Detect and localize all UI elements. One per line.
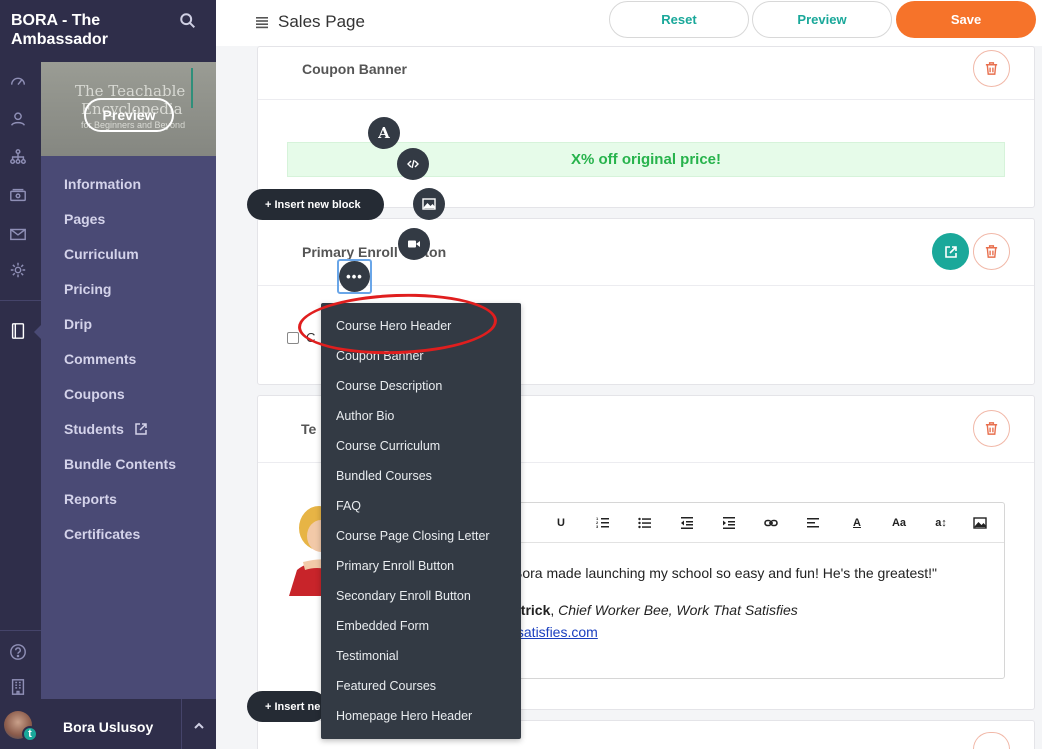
preview-button[interactable]: Preview: [752, 1, 892, 38]
image-icon[interactable]: [972, 515, 988, 531]
card-divider: [258, 99, 1034, 100]
save-button[interactable]: Save: [896, 1, 1036, 38]
users-icon[interactable]: [7, 108, 29, 130]
editor-toolbar: U 123 A Aa a↕: [492, 503, 1004, 543]
user-divider: [181, 699, 182, 749]
coupon-banner-text[interactable]: X% off original price!: [287, 142, 1005, 177]
text-icon: A: [378, 124, 390, 142]
testimonial-quote[interactable]: Bora made launching my school so easy an…: [513, 565, 937, 581]
text-color-label: A: [853, 517, 861, 529]
thumbnail-graphic: [191, 68, 216, 108]
sidebar-item-bundle-contents[interactable]: Bundle Contents: [64, 456, 176, 472]
font-size-button[interactable]: Aa: [891, 515, 907, 531]
dropdown-item[interactable]: Author Bio: [336, 409, 394, 423]
dropdown-item[interactable]: Embedded Form: [336, 619, 429, 633]
ordered-list-icon[interactable]: 123: [595, 515, 611, 531]
mail-icon[interactable]: [7, 223, 29, 245]
icon-rail: [0, 0, 41, 749]
user-name[interactable]: Bora Uslusoy: [63, 719, 153, 735]
bullet-list-icon[interactable]: [637, 515, 653, 531]
block-title: Te: [301, 421, 317, 437]
svg-text:3: 3: [596, 524, 599, 529]
align-left-icon[interactable]: [805, 515, 821, 531]
dropdown-item[interactable]: Testimonial: [336, 649, 399, 663]
page-list-icon[interactable]: [255, 15, 269, 29]
sidebar-item-coupons[interactable]: Coupons: [64, 386, 125, 402]
testimonial-attribution[interactable]: atrick, Chief Worker Bee, Work That Sati…: [513, 602, 798, 618]
dropdown-item[interactable]: Secondary Enroll Button: [336, 589, 471, 603]
image-icon: [422, 198, 436, 210]
link-icon[interactable]: [763, 515, 779, 531]
course-sidebar: [41, 62, 216, 699]
trash-icon: [985, 62, 998, 75]
dropdown-item[interactable]: Homepage Hero Header: [336, 709, 472, 723]
add-text-button[interactable]: A: [368, 117, 400, 149]
testimonial-link[interactable]: tsatisfies.com: [513, 624, 598, 640]
add-image-button[interactable]: [413, 188, 445, 220]
open-link-button[interactable]: [932, 233, 969, 270]
sidebar-item-drip[interactable]: Drip: [64, 316, 92, 332]
rich-text-editor[interactable]: U 123 A Aa a↕: [491, 502, 1005, 679]
dropdown-item[interactable]: Featured Courses: [336, 679, 436, 693]
page-title: Sales Page: [278, 12, 365, 31]
text-color-button[interactable]: A: [849, 515, 865, 531]
dropdown-item[interactable]: Course Curriculum: [336, 439, 440, 453]
underline-button[interactable]: U: [553, 515, 569, 531]
block-checkbox[interactable]: [287, 332, 299, 344]
add-video-button[interactable]: [398, 228, 430, 260]
dropdown-item[interactable]: FAQ: [336, 499, 361, 513]
external-link-icon: [944, 245, 957, 258]
card-divider: [258, 285, 1034, 286]
sidebar-item-certificates[interactable]: Certificates: [64, 526, 140, 542]
text-size-button[interactable]: a↕: [933, 515, 949, 531]
chevron-up-icon[interactable]: [191, 718, 207, 734]
trash-icon: [985, 422, 998, 435]
thumbnail-preview-button[interactable]: Preview: [84, 98, 174, 132]
rail-divider: [0, 630, 41, 631]
sidebar-item-information[interactable]: Information: [64, 176, 141, 192]
search-icon[interactable]: [179, 12, 197, 30]
block-type-dropdown: Course Hero Header Coupon Banner Course …: [321, 303, 521, 739]
outdent-icon[interactable]: [679, 515, 695, 531]
money-icon[interactable]: [7, 184, 29, 206]
dropdown-item[interactable]: Bundled Courses: [336, 469, 432, 483]
dropdown-item[interactable]: Course Description: [336, 379, 442, 393]
gear-icon[interactable]: [7, 259, 29, 281]
reset-button[interactable]: Reset: [609, 1, 749, 38]
active-indicator: [34, 324, 42, 340]
help-icon[interactable]: [7, 641, 29, 663]
sidebar-item-curriculum[interactable]: Curriculum: [64, 246, 139, 262]
delete-block-button[interactable]: [973, 233, 1010, 270]
insert-new-block-button[interactable]: + Insert new block: [247, 189, 384, 220]
sidebar-item-comments[interactable]: Comments: [64, 351, 136, 367]
sitemap-icon[interactable]: [7, 146, 29, 168]
school-name[interactable]: BORA - The Ambassador: [11, 11, 161, 49]
sidebar-item-students[interactable]: Students: [64, 421, 148, 437]
sidebar-item-pricing[interactable]: Pricing: [64, 281, 111, 297]
add-code-button[interactable]: [397, 148, 429, 180]
delete-block-button[interactable]: [973, 50, 1010, 87]
avatar-badge: t: [22, 726, 38, 742]
sidebar-item-label: Students: [64, 421, 124, 437]
code-icon: [407, 159, 419, 169]
block-title: Coupon Banner: [302, 61, 407, 77]
more-options-button[interactable]: •••: [339, 261, 370, 292]
rail-divider: [0, 300, 41, 301]
sidebar-item-pages[interactable]: Pages: [64, 211, 105, 227]
external-link-icon: [134, 422, 148, 436]
book-icon[interactable]: [7, 320, 29, 342]
delete-block-button[interactable]: [973, 410, 1010, 447]
indent-icon[interactable]: [721, 515, 737, 531]
building-icon[interactable]: [7, 676, 29, 698]
dashboard-icon[interactable]: [7, 70, 29, 92]
video-icon: [408, 240, 420, 248]
trash-icon: [985, 245, 998, 258]
dropdown-item[interactable]: Course Page Closing Letter: [336, 529, 490, 543]
dropdown-item[interactable]: Primary Enroll Button: [336, 559, 454, 573]
sidebar-item-reports[interactable]: Reports: [64, 491, 117, 507]
insert-new-block-button[interactable]: + Insert ne: [247, 691, 327, 722]
